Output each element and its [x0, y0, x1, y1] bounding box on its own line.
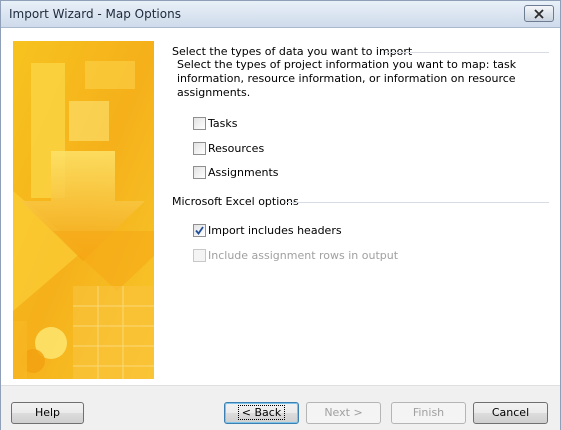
- help-button[interactable]: Help: [11, 402, 84, 424]
- types-description: Select the types of project information …: [177, 58, 517, 99]
- excel-section-heading: Microsoft Excel options: [172, 195, 299, 208]
- close-icon: [534, 8, 544, 19]
- back-button-label: < Back: [237, 405, 286, 420]
- tasks-checkbox[interactable]: [193, 116, 206, 130]
- types-section-heading: Select the types of data you want to imp…: [172, 45, 413, 58]
- close-button[interactable]: [524, 5, 554, 22]
- types-section-divider: [385, 52, 549, 53]
- assignment-rows-checkbox: [193, 248, 206, 262]
- import-headers-checkbox-label[interactable]: Import includes headers: [208, 224, 342, 237]
- resources-checkbox[interactable]: [193, 141, 206, 155]
- tasks-checkbox-row[interactable]: Tasks: [193, 116, 237, 130]
- title-bar[interactable]: Import Wizard - Map Options: [1, 1, 560, 28]
- wizard-footer: Help < Back Next > Finish Cancel: [1, 385, 560, 430]
- import-headers-checkbox[interactable]: [193, 223, 206, 237]
- resources-checkbox-label[interactable]: Resources: [208, 142, 264, 155]
- checkmark-icon: [195, 225, 204, 235]
- resources-checkbox-row[interactable]: Resources: [193, 141, 264, 155]
- back-button[interactable]: < Back: [224, 402, 299, 424]
- assignments-checkbox[interactable]: [193, 165, 206, 179]
- cancel-button[interactable]: Cancel: [473, 402, 548, 424]
- next-button: Next >: [306, 402, 381, 424]
- finish-button: Finish: [391, 402, 466, 424]
- window-title: Import Wizard - Map Options: [9, 7, 181, 21]
- tasks-checkbox-label[interactable]: Tasks: [208, 117, 237, 130]
- assignments-checkbox-label[interactable]: Assignments: [208, 166, 279, 179]
- wizard-banner-image: [13, 41, 154, 379]
- import-wizard-window: Import Wizard - Map Options Select the t…: [0, 0, 561, 430]
- assignment-rows-checkbox-label: Include assignment rows in output: [208, 248, 399, 262]
- assignment-rows-checkbox-row: Include assignment rows in output: [193, 248, 398, 262]
- wizard-content: Select the types of data you want to imp…: [1, 28, 560, 385]
- excel-section-divider: [286, 202, 549, 203]
- import-headers-checkbox-row[interactable]: Import includes headers: [193, 223, 342, 237]
- assignments-checkbox-row[interactable]: Assignments: [193, 165, 279, 179]
